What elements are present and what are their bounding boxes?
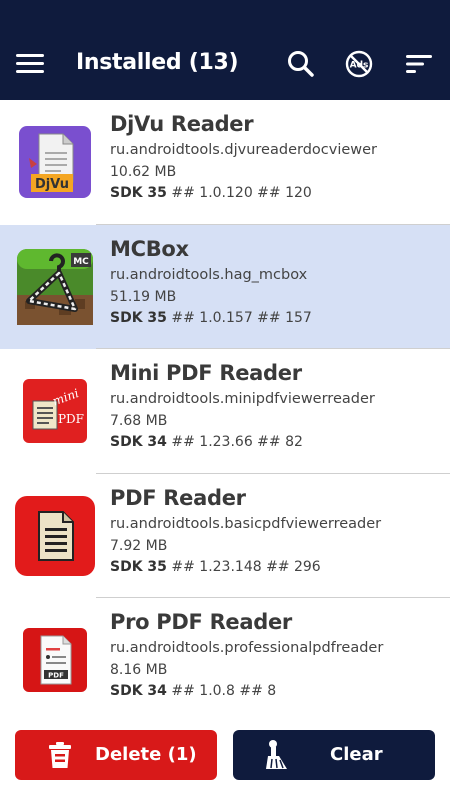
- broom-icon: [266, 740, 287, 769]
- clear-button-label: Clear: [330, 744, 383, 765]
- pro-pdf-icon: PDF: [15, 620, 95, 700]
- ads-badge-text: Ads: [350, 61, 369, 71]
- app-list-item[interactable]: mini PDF Mini PDF Reader ru.androidtools…: [0, 349, 450, 474]
- delete-button[interactable]: Delete (1): [15, 730, 217, 780]
- app-package: ru.androidtools.professionalpdfreader: [110, 640, 384, 656]
- menu-icon[interactable]: [16, 52, 46, 76]
- app-size: 7.68 MB: [110, 413, 168, 429]
- app-name: DjVu Reader: [110, 112, 254, 136]
- app-sdk-version: SDK 34 ## 1.0.8 ## 8: [110, 683, 277, 699]
- app-sdk-version: SDK 35 ## 1.0.120 ## 120: [110, 185, 312, 201]
- page-title: Installed (13): [76, 50, 239, 75]
- search-icon[interactable]: [285, 48, 317, 80]
- svg-text:PDF: PDF: [58, 412, 84, 426]
- sort-icon[interactable]: [403, 48, 435, 80]
- app-package: ru.androidtools.basicpdfviewerreader: [110, 515, 382, 532]
- app-package: ru.androidtools.minipdfviewerreader: [110, 391, 375, 407]
- app-name: PDF Reader: [110, 485, 246, 510]
- delete-button-label: Delete (1): [95, 744, 197, 765]
- clear-button[interactable]: Clear: [233, 730, 435, 780]
- app-name: Pro PDF Reader: [110, 610, 292, 634]
- app-package: ru.androidtools.djvureaderdocviewer: [110, 142, 378, 158]
- app-list-item[interactable]: DjVu DjVu Reader ru.androidtools.djvurea…: [0, 100, 450, 225]
- app-name: MCBox: [110, 236, 189, 261]
- pdf-document-icon: [15, 495, 95, 576]
- app-list: DjVu DjVu Reader ru.androidtools.djvurea…: [0, 100, 450, 723]
- app-sdk-version: SDK 34 ## 1.23.66 ## 82: [110, 434, 303, 450]
- trash-icon: [49, 742, 71, 768]
- svg-text:DjVu: DjVu: [35, 177, 69, 192]
- app-sdk-version: SDK 35 ## 1.0.157 ## 157: [110, 309, 312, 326]
- app-size: 8.16 MB: [110, 662, 168, 678]
- mini-pdf-icon: mini PDF: [15, 371, 95, 451]
- no-ads-icon[interactable]: Ads: [343, 48, 375, 80]
- app-size: 7.92 MB: [110, 537, 168, 554]
- app-bar: Installed (13) Ads: [0, 0, 450, 100]
- app-package: ru.androidtools.hag_mcbox: [110, 266, 308, 283]
- app-size: 10.62 MB: [110, 164, 177, 180]
- app-sdk-version: SDK 35 ## 1.23.148 ## 296: [110, 558, 321, 575]
- app-list-item[interactable]: MC MCBox ru.androidtools.hag_mcbox 51.19…: [0, 224, 450, 349]
- app-list-item[interactable]: PDF Pro PDF Reader ru.androidtools.profe…: [0, 598, 450, 723]
- app-name: Mini PDF Reader: [110, 361, 302, 385]
- mcbox-hanger-icon: MC: [15, 247, 95, 327]
- app-list-item[interactable]: PDF Reader ru.androidtools.basicpdfviewe…: [0, 473, 450, 598]
- svg-text:PDF: PDF: [48, 672, 64, 680]
- djvu-document-icon: DjVu: [15, 122, 95, 202]
- app-size: 51.19 MB: [110, 288, 177, 305]
- svg-text:MC: MC: [73, 257, 89, 267]
